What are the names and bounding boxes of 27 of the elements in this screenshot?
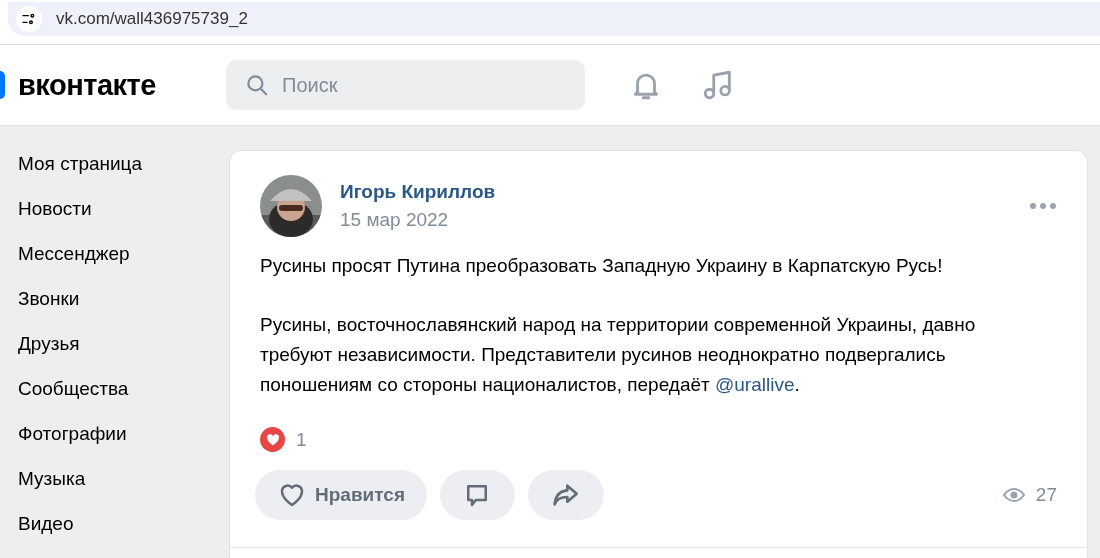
comment-button[interactable]: [439, 470, 515, 520]
like-button[interactable]: Нравится: [255, 470, 427, 520]
sidebar-item[interactable]: Видео: [0, 513, 229, 558]
search-icon: [244, 72, 270, 98]
more-icon[interactable]: [1029, 201, 1057, 211]
view-count: 27: [1035, 484, 1057, 506]
site-settings-icon[interactable]: [16, 6, 42, 32]
url-text: vk.com/wall436975739_2: [56, 9, 248, 29]
sidebar-item[interactable]: Моя страница: [0, 153, 229, 198]
sidebar-item[interactable]: Звонки: [0, 288, 229, 333]
logo-text[interactable]: вконтакте: [18, 68, 226, 102]
post-text: Русины, восточнославянский народ на территории современной Украины, давно требуют независимости. Представители русинов неоднократно подвергались поношениям со стороны националистов, передаёт @urallive.: [260, 313, 977, 397]
heart-reaction-icon[interactable]: [260, 427, 285, 452]
share-button[interactable]: [527, 470, 604, 520]
sliders-icon: [21, 11, 37, 27]
sidebar-item[interactable]: Друзья: [0, 333, 229, 378]
sidebar-item[interactable]: Музыка: [0, 468, 229, 513]
logo-icon: [0, 71, 5, 99]
author-name[interactable]: Игорь Кириллов: [340, 181, 1011, 203]
post-text: Русины просят Путина преобразовать Западную Украину в Карпатскую Русь!: [260, 254, 944, 278]
sidebar-item[interactable]: Сообщества: [0, 378, 229, 423]
mention-link[interactable]: @urallive: [715, 374, 795, 395]
sidebar-item[interactable]: Новости: [0, 198, 229, 243]
sidebar-item[interactable]: Фотографии: [0, 423, 229, 468]
search-field[interactable]: Поиск: [226, 60, 585, 110]
address-bar[interactable]: vk.com/wall436975739_2: [8, 2, 1100, 36]
sidebar-item[interactable]: Мессенджер: [0, 243, 229, 288]
